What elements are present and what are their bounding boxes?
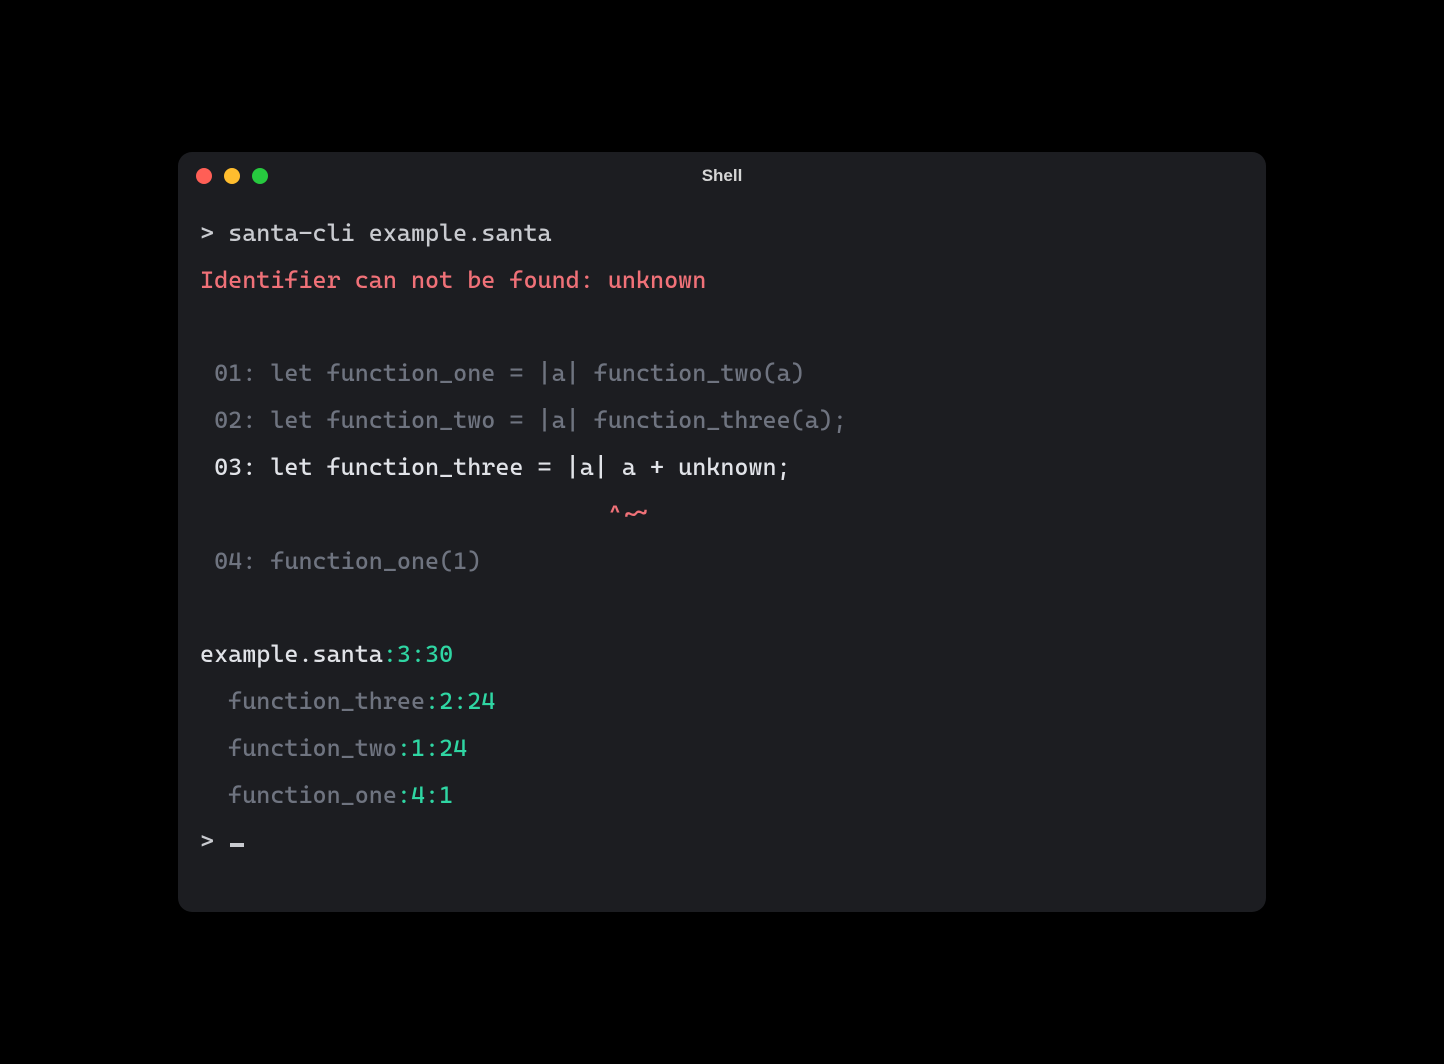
prompt-symbol: > [200, 827, 214, 855]
error-squiggle: ^~~ [608, 500, 650, 528]
code-line-highlighted: 03: let function_three = |a| a + unknown… [200, 444, 1244, 491]
trace-frame: function_one:4:1 [200, 772, 1244, 819]
code-text: let function_three = |a| a + unknown; [270, 453, 790, 481]
blank-line [200, 584, 1244, 631]
code-text: let function_two = |a| function_three(a)… [270, 406, 847, 434]
window-title: Shell [178, 166, 1266, 186]
traffic-lights [196, 168, 268, 184]
error-message: Identifier can not be found: unknown [200, 257, 1244, 304]
trace-frame-loc: 4:1 [411, 781, 453, 809]
line-number: 02: [214, 406, 256, 434]
prompt-line: > [200, 818, 1244, 865]
terminal-window: Shell > santa-cli example.santaIdentifie… [178, 152, 1266, 912]
prompt-line: > santa-cli example.santa [200, 210, 1244, 257]
line-number: 03: [214, 453, 256, 481]
code-line: 01: let function_one = |a| function_two(… [200, 350, 1244, 397]
trace-frame-loc: 2:24 [439, 687, 495, 715]
minimize-icon[interactable] [224, 168, 240, 184]
titlebar: Shell [178, 152, 1266, 200]
code-line: 02: let function_two = |a| function_thre… [200, 397, 1244, 444]
trace-file-line: example.santa:3:30 [200, 631, 1244, 678]
maximize-icon[interactable] [252, 168, 268, 184]
command-text: santa-cli example.santa [228, 219, 551, 247]
squiggle-line: ^~~ [200, 491, 1244, 538]
trace-frame: function_two:1:24 [200, 725, 1244, 772]
trace-frame: function_three:2:24 [200, 678, 1244, 725]
line-number: 04: [214, 547, 256, 575]
trace-frame-name: function_three [228, 687, 425, 715]
trace-frame-name: function_one [228, 781, 397, 809]
trace-file-loc: 3:30 [397, 640, 453, 668]
line-number: 01: [214, 359, 256, 387]
code-line: 04: function_one(1) [200, 538, 1244, 585]
trace-frame-name: function_two [228, 734, 397, 762]
blank-line [200, 304, 1244, 351]
terminal-body[interactable]: > santa-cli example.santaIdentifier can … [178, 200, 1266, 912]
trace-frame-loc: 1:24 [411, 734, 467, 762]
close-icon[interactable] [196, 168, 212, 184]
code-text: let function_one = |a| function_two(a) [270, 359, 804, 387]
code-text: function_one(1) [270, 547, 481, 575]
trace-file-name: example.santa [200, 640, 383, 668]
cursor-icon [230, 843, 244, 847]
prompt-symbol: > [200, 219, 214, 247]
